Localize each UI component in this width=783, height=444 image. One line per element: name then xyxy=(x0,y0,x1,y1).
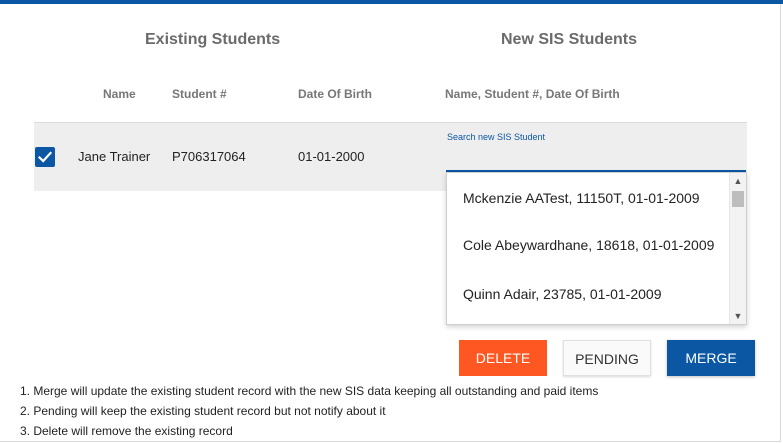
note-delete: 3. Delete will remove the existing recor… xyxy=(20,424,233,438)
column-header-new-student: Name, Student #, Date Of Birth xyxy=(445,87,620,101)
dropdown-option-cole-abeywardhane[interactable]: Cole Abeywardhane, 18618, 01-01-2009 xyxy=(463,237,721,253)
merge-button[interactable]: MERGE xyxy=(667,340,755,376)
student-number: P706317064 xyxy=(172,149,246,164)
pending-button[interactable]: PENDING xyxy=(563,340,651,376)
sis-student-dropdown: Mckenzie AATest, 11150T, 01-01-2009 Cole… xyxy=(446,172,747,325)
dropdown-option-quinn-adair[interactable]: Quinn Adair, 23785, 01-01-2009 xyxy=(463,286,721,302)
scroll-down-arrow-icon[interactable]: ▼ xyxy=(730,308,746,324)
scrollbar-thumb[interactable] xyxy=(732,191,744,207)
student-date-of-birth: 01-01-2000 xyxy=(298,149,365,164)
new-sis-students-title: New SIS Students xyxy=(501,31,638,48)
note-pending: 2. Pending will keep the existing studen… xyxy=(20,404,386,418)
dropdown-scrollbar[interactable]: ▲ ▼ xyxy=(729,173,746,324)
row-select-checkbox[interactable] xyxy=(35,147,55,167)
existing-students-title: Existing Students xyxy=(145,31,281,48)
search-new-sis-student-label: Search new SIS Student xyxy=(447,132,546,142)
student-name: Jane Trainer xyxy=(78,149,151,164)
checkmark-icon xyxy=(37,151,53,163)
column-header-name: Name xyxy=(103,87,136,101)
search-new-sis-student-input[interactable] xyxy=(446,146,746,172)
column-header-student-number: Student # xyxy=(172,87,227,101)
dropdown-option-mckenzie-aatest[interactable]: Mckenzie AATest, 11150T, 01-01-2009 xyxy=(463,190,721,206)
column-header-date-of-birth: Date Of Birth xyxy=(298,87,373,101)
delete-button[interactable]: DELETE xyxy=(459,340,547,376)
note-merge: 1. Merge will update the existing studen… xyxy=(20,384,599,398)
scroll-up-arrow-icon[interactable]: ▲ xyxy=(730,173,746,189)
